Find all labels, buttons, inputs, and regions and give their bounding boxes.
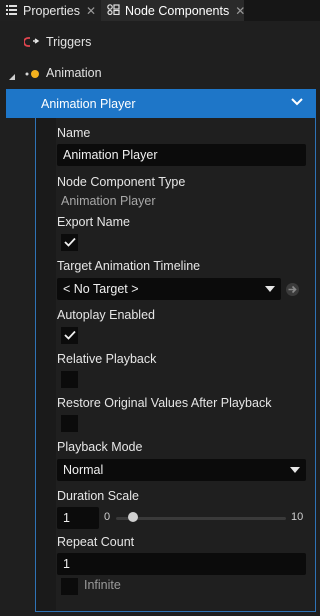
close-icon[interactable]: ✕ xyxy=(86,4,96,18)
tree-item-animation[interactable]: Animation xyxy=(0,58,320,88)
dropdown-caret-icon xyxy=(265,286,275,292)
relative-playback-label: Relative Playback xyxy=(57,352,157,366)
slider-thumb[interactable] xyxy=(128,512,138,522)
relative-playback-checkbox[interactable] xyxy=(61,371,78,388)
tree-item-triggers-label: Triggers xyxy=(46,35,92,49)
infinite-checkbox[interactable] xyxy=(61,578,78,595)
go-to-target-icon[interactable] xyxy=(285,282,300,300)
autoplay-checkbox[interactable] xyxy=(61,327,78,344)
animation-player-header[interactable]: Animation Player xyxy=(6,89,316,118)
infinite-label: Infinite xyxy=(84,578,121,592)
export-name-label: Export Name xyxy=(57,215,130,229)
tree-item-triggers[interactable]: Triggers xyxy=(0,27,320,57)
checkmark-icon xyxy=(63,236,76,250)
duration-scale-input[interactable]: 1 xyxy=(57,507,99,529)
duration-scale-slider[interactable] xyxy=(116,517,286,520)
animation-player-title: Animation Player xyxy=(41,96,136,111)
tree-item-animation-label: Animation xyxy=(46,66,102,80)
tab-node-components-label: Node Components xyxy=(125,3,230,18)
playback-mode-value: Normal xyxy=(63,463,104,477)
list-icon xyxy=(6,4,18,18)
repeat-count-label: Repeat Count xyxy=(57,535,135,549)
tab-node-components[interactable]: Node Components ✕ xyxy=(101,0,245,21)
export-name-checkbox[interactable] xyxy=(61,234,78,251)
name-field[interactable]: Animation Player xyxy=(57,144,306,166)
slider-max-label: 10 xyxy=(291,511,304,523)
tab-properties-label: Properties xyxy=(23,3,80,18)
tab-bar: Properties ✕ Node Components ✕ xyxy=(0,0,320,21)
chevron-down-icon[interactable] xyxy=(291,95,303,109)
slider-min-label: 0 xyxy=(104,511,111,523)
duration-scale-label: Duration Scale xyxy=(57,489,139,503)
restore-values-checkbox[interactable] xyxy=(61,415,78,432)
panel-gutter xyxy=(36,118,56,611)
restore-values-label: Restore Original Values After Playback xyxy=(57,396,272,410)
dropdown-caret-icon xyxy=(290,467,300,473)
target-timeline-label: Target Animation Timeline xyxy=(57,259,201,273)
autoplay-label: Autoplay Enabled xyxy=(57,308,155,322)
target-timeline-value: < No Target > xyxy=(63,282,139,296)
expand-arrow-icon[interactable] xyxy=(9,70,16,84)
component-type-value: Animation Player xyxy=(61,194,156,208)
target-timeline-dropdown[interactable]: < No Target > xyxy=(57,278,281,300)
trigger-link-icon xyxy=(23,36,40,51)
tab-properties[interactable]: Properties ✕ xyxy=(0,0,101,21)
component-type-label: Node Component Type xyxy=(57,175,186,189)
close-icon[interactable]: ✕ xyxy=(235,4,245,18)
playback-mode-label: Playback Mode xyxy=(57,440,143,454)
animation-dot-icon xyxy=(24,68,40,82)
node-components-icon xyxy=(107,3,120,18)
checkmark-icon xyxy=(63,329,76,343)
name-label: Name xyxy=(57,126,91,140)
repeat-count-field[interactable]: 1 xyxy=(57,553,306,575)
playback-mode-dropdown[interactable]: Normal xyxy=(57,459,306,481)
